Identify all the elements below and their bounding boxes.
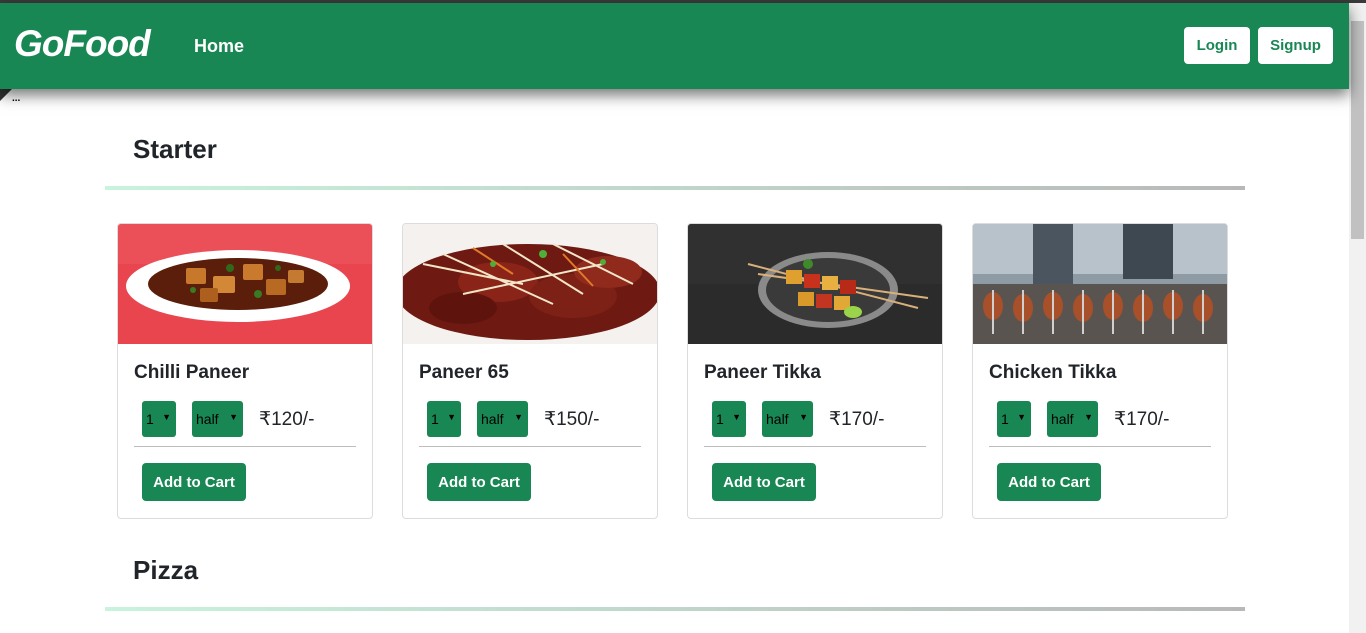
food-card: Paneer Tikka 1 ▼ half ▼ ₹170/- Add to Cart: [687, 223, 943, 519]
add-to-cart-button[interactable]: Add to Cart: [142, 463, 246, 501]
nav-home-link[interactable]: Home: [194, 36, 244, 57]
quantity-value: 1: [1001, 411, 1009, 427]
food-card: Chilli Paneer 1 ▼ half ▼ ₹120/- Add to Car…: [117, 223, 373, 519]
category-divider: [105, 186, 1245, 190]
price-label: ₹170/-: [829, 409, 885, 430]
quantity-value: 1: [431, 411, 439, 427]
size-value: half: [481, 411, 504, 427]
price-label: ₹170/-: [1114, 409, 1170, 430]
chevron-down-icon: ▼: [447, 412, 456, 422]
category-divider: [105, 607, 1245, 611]
size-value: half: [766, 411, 789, 427]
card-divider: [704, 446, 926, 447]
food-card: Paneer 65 1 ▼ half ▼ ₹150/- Add to Cart: [402, 223, 658, 519]
size-select[interactable]: half ▼: [762, 401, 813, 437]
food-name: Chicken Tikka: [989, 362, 1117, 383]
quantity-select[interactable]: 1 ▼: [142, 401, 176, 437]
food-image-paneer-65: [403, 224, 657, 344]
scrollbar-thumb[interactable]: [1351, 21, 1364, 239]
quantity-select[interactable]: 1 ▼: [997, 401, 1031, 437]
navbar: GoFood Home Login Signup: [0, 3, 1349, 89]
size-value: half: [1051, 411, 1074, 427]
size-select[interactable]: half ▼: [1047, 401, 1098, 437]
chevron-down-icon: ▼: [1084, 412, 1093, 422]
login-button[interactable]: Login: [1184, 27, 1250, 64]
food-image-chicken-tikka: [973, 224, 1227, 344]
card-divider: [134, 446, 356, 447]
food-name: Chilli Paneer: [134, 362, 250, 383]
size-select[interactable]: half ▼: [192, 401, 243, 437]
quantity-value: 1: [146, 411, 154, 427]
scrollbar[interactable]: [1349, 3, 1366, 633]
food-name: Paneer Tikka: [704, 362, 821, 383]
food-name: Paneer 65: [419, 362, 509, 383]
chevron-down-icon: ▼: [799, 412, 808, 422]
quantity-value: 1: [716, 411, 724, 427]
chevron-down-icon: ▼: [162, 412, 171, 422]
brand-logo[interactable]: GoFood: [14, 23, 151, 65]
chevron-down-icon: ▼: [514, 412, 523, 422]
quantity-select[interactable]: 1 ▼: [427, 401, 461, 437]
broken-image-alt: ...: [12, 93, 21, 104]
price-label: ₹150/-: [544, 409, 600, 430]
add-to-cart-button[interactable]: Add to Cart: [427, 463, 531, 501]
food-card: Chicken Tikka 1 ▼ half ▼ ₹170/- Add to Car…: [972, 223, 1228, 519]
chevron-down-icon: ▼: [1017, 412, 1026, 422]
add-to-cart-button[interactable]: Add to Cart: [712, 463, 816, 501]
price-label: ₹120/-: [259, 409, 315, 430]
food-image-paneer-tikka: [688, 224, 942, 344]
size-value: half: [196, 411, 219, 427]
add-to-cart-button[interactable]: Add to Cart: [997, 463, 1101, 501]
card-divider: [989, 446, 1211, 447]
quantity-select[interactable]: 1 ▼: [712, 401, 746, 437]
chevron-down-icon: ▼: [229, 412, 238, 422]
card-divider: [419, 446, 641, 447]
category-title-starter: Starter: [133, 134, 217, 164]
chevron-down-icon: ▼: [732, 412, 741, 422]
category-title-pizza: Pizza: [133, 555, 199, 585]
broken-image-icon: ...: [0, 89, 28, 107]
size-select[interactable]: half ▼: [477, 401, 528, 437]
signup-button[interactable]: Signup: [1258, 27, 1333, 64]
food-image-chilli-paneer: [118, 224, 372, 344]
